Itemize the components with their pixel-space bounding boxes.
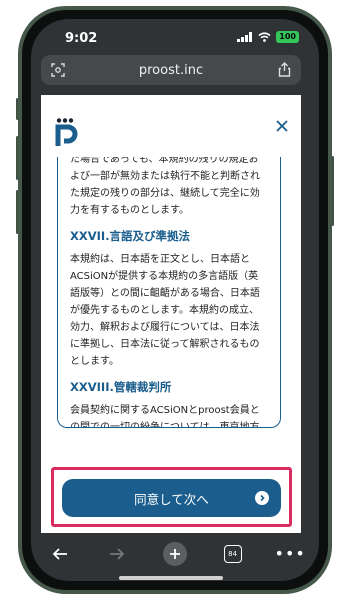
- home-indicator: [119, 576, 223, 580]
- agree-next-button[interactable]: 同意して次へ: [62, 479, 281, 517]
- cellular-signal-icon: [237, 32, 253, 42]
- new-tab-button[interactable]: [157, 540, 193, 568]
- browser-toolbar: 84 •••: [31, 539, 319, 569]
- page-content: た場合であっても、本規約の残りの規定および一部が無効または執行不能と判断された規…: [41, 95, 301, 533]
- section-heading-jurisdiction: XXVIII.管轄裁判所: [70, 380, 172, 394]
- forward-button[interactable]: [99, 540, 135, 568]
- terms-paragraph: た場合であっても、本規約の残りの規定および一部が無効または執行不能と判断された規…: [70, 157, 260, 216]
- terms-paragraph: 会員契約に関するACSiONとproost会員との間での一切の紛争については、東…: [70, 405, 260, 428]
- battery-indicator: 100: [276, 31, 299, 43]
- plus-icon: [162, 542, 187, 566]
- chevron-right-icon: [255, 491, 269, 505]
- proost-logo: [55, 118, 78, 146]
- more-icon: •••: [274, 544, 306, 563]
- close-icon[interactable]: [275, 119, 289, 133]
- highlight-box: 同意して次へ: [51, 467, 292, 527]
- status-bar: 9:02 100: [31, 19, 319, 49]
- phone-screen: 9:02 100 proost.inc た場合であっても、本規約の残りの規定およ…: [31, 19, 319, 581]
- page-settings-icon[interactable]: [51, 63, 65, 77]
- tab-count: 84: [223, 545, 242, 563]
- tabs-button[interactable]: 84: [215, 540, 251, 568]
- address-bar[interactable]: proost.inc: [41, 55, 301, 85]
- terms-paragraph: 本規約は、日本語を正文とし、日本語とACSiONが提供する本規約の多言語版（英語…: [70, 254, 260, 367]
- wifi-icon: [258, 32, 271, 42]
- status-icons: 100: [237, 31, 299, 43]
- share-icon[interactable]: [278, 62, 291, 77]
- section-heading-language: XXVII.言語及び準拠法: [70, 229, 191, 243]
- phone-bezel: 9:02 100 proost.inc た場合であっても、本規約の残りの規定およ…: [22, 10, 328, 590]
- url-text[interactable]: proost.inc: [139, 63, 203, 78]
- back-arrow-icon: [52, 548, 67, 560]
- forward-arrow-icon: [110, 548, 125, 560]
- phone-frame: 9:02 100 proost.inc た場合であっても、本規約の残りの規定およ…: [18, 6, 332, 594]
- agree-next-label: 同意して次へ: [134, 491, 209, 507]
- status-time: 9:02: [65, 31, 98, 46]
- back-button[interactable]: [42, 540, 78, 568]
- terms-scroll-area[interactable]: た場合であっても、本規約の残りの規定および一部が無効または執行不能と判断された規…: [57, 157, 281, 428]
- more-menu-button[interactable]: •••: [272, 540, 308, 568]
